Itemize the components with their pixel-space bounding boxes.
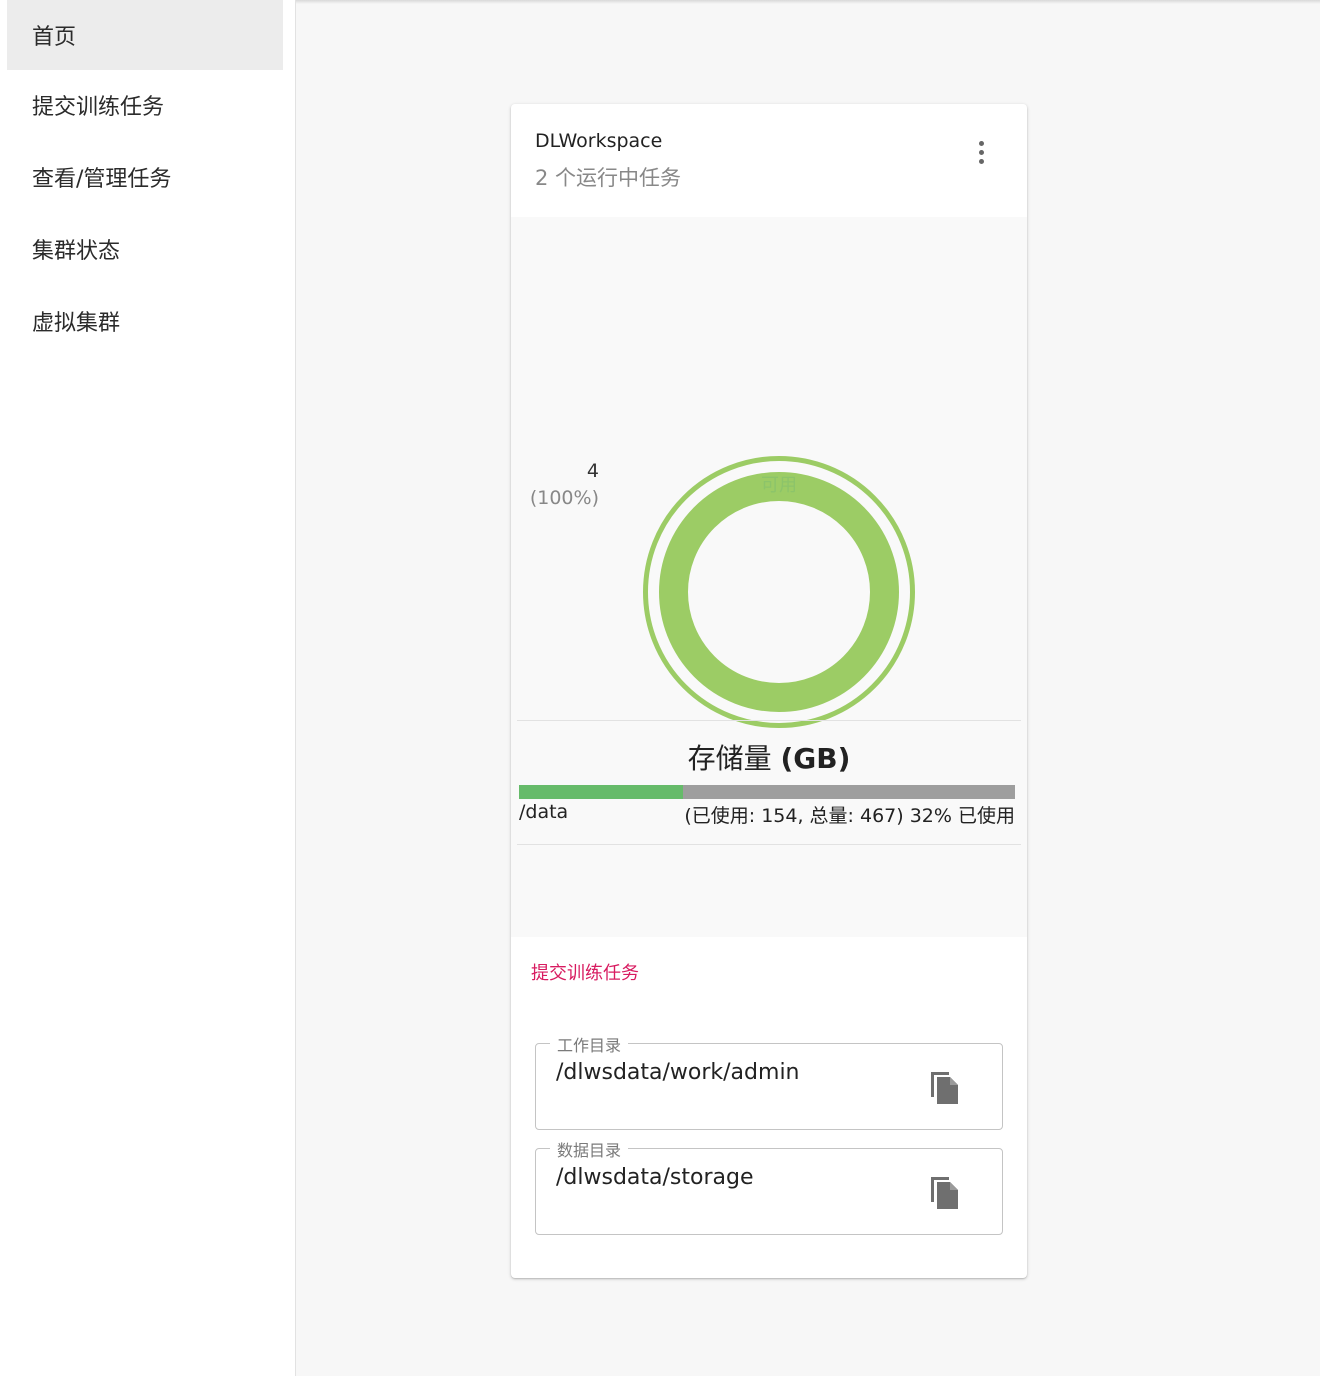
nav-item-home[interactable]: 首页 [7, 0, 283, 70]
card-body: 4 (100%) 可用 存储量 (GB) /data (已使用: 154, 总量… [511, 217, 1027, 937]
donut-center-label: 可用 [761, 475, 797, 496]
storage-progress-bar [519, 785, 1015, 799]
divider [517, 720, 1021, 721]
nav-item-label: 查看/管理任务 [32, 167, 172, 192]
sidebar: 首页 提交训练任务 查看/管理任务 集群状态 虚拟集群 [0, 0, 296, 1376]
storage-title: 存储量 (GB) [511, 737, 1027, 777]
nav-item-cluster-status[interactable]: 集群状态 [7, 214, 283, 284]
work-dir-label: 工作目录 [550, 1032, 629, 1056]
nav-item-virtual-cluster[interactable]: 虚拟集群 [7, 286, 283, 356]
storage-title-unit: (GB) [780, 742, 851, 775]
nav-item-label: 提交训练任务 [32, 95, 165, 120]
donut-segment-available[interactable] [659, 472, 899, 712]
storage-progress-fill [519, 785, 683, 799]
work-dir-value[interactable]: /dlwsdata/work/admin [556, 1060, 800, 1085]
copy-icon[interactable] [928, 1171, 964, 1211]
storage-title-text: 存储量 [687, 742, 781, 775]
data-dir-label: 数据目录 [550, 1137, 629, 1161]
data-dir-value[interactable]: /dlwsdata/storage [556, 1165, 753, 1190]
gpu-available-count: 4 [586, 460, 599, 482]
submit-job-link[interactable]: 提交训练任务 [531, 959, 639, 985]
card-subtitle: 2 个运行中任务 [535, 166, 682, 190]
storage-path: /data [519, 801, 569, 823]
nav-item-label: 集群状态 [32, 239, 121, 264]
nav-item-label: 首页 [32, 25, 77, 50]
nav-item-manage-jobs[interactable]: 查看/管理任务 [7, 142, 283, 212]
gpu-available-percent: (100%) [529, 487, 599, 509]
nav-item-label: 虚拟集群 [32, 311, 121, 336]
data-dir-field[interactable]: 数据目录 /dlwsdata/storage [535, 1137, 1003, 1235]
card-title: DLWorkspace [535, 130, 663, 152]
more-vert-icon[interactable] [963, 134, 999, 170]
work-dir-field[interactable]: 工作目录 /dlwsdata/work/admin [535, 1032, 1003, 1130]
cluster-card: DLWorkspace 2 个运行中任务 4 (100%) 可用 存储量 (GB… [511, 104, 1027, 1278]
nav-item-submit-job[interactable]: 提交训练任务 [7, 70, 283, 140]
copy-icon[interactable] [928, 1066, 964, 1106]
storage-usage: (已使用: 154, 总量: 467) 32% 已使用 [684, 805, 1015, 827]
divider [517, 844, 1021, 845]
